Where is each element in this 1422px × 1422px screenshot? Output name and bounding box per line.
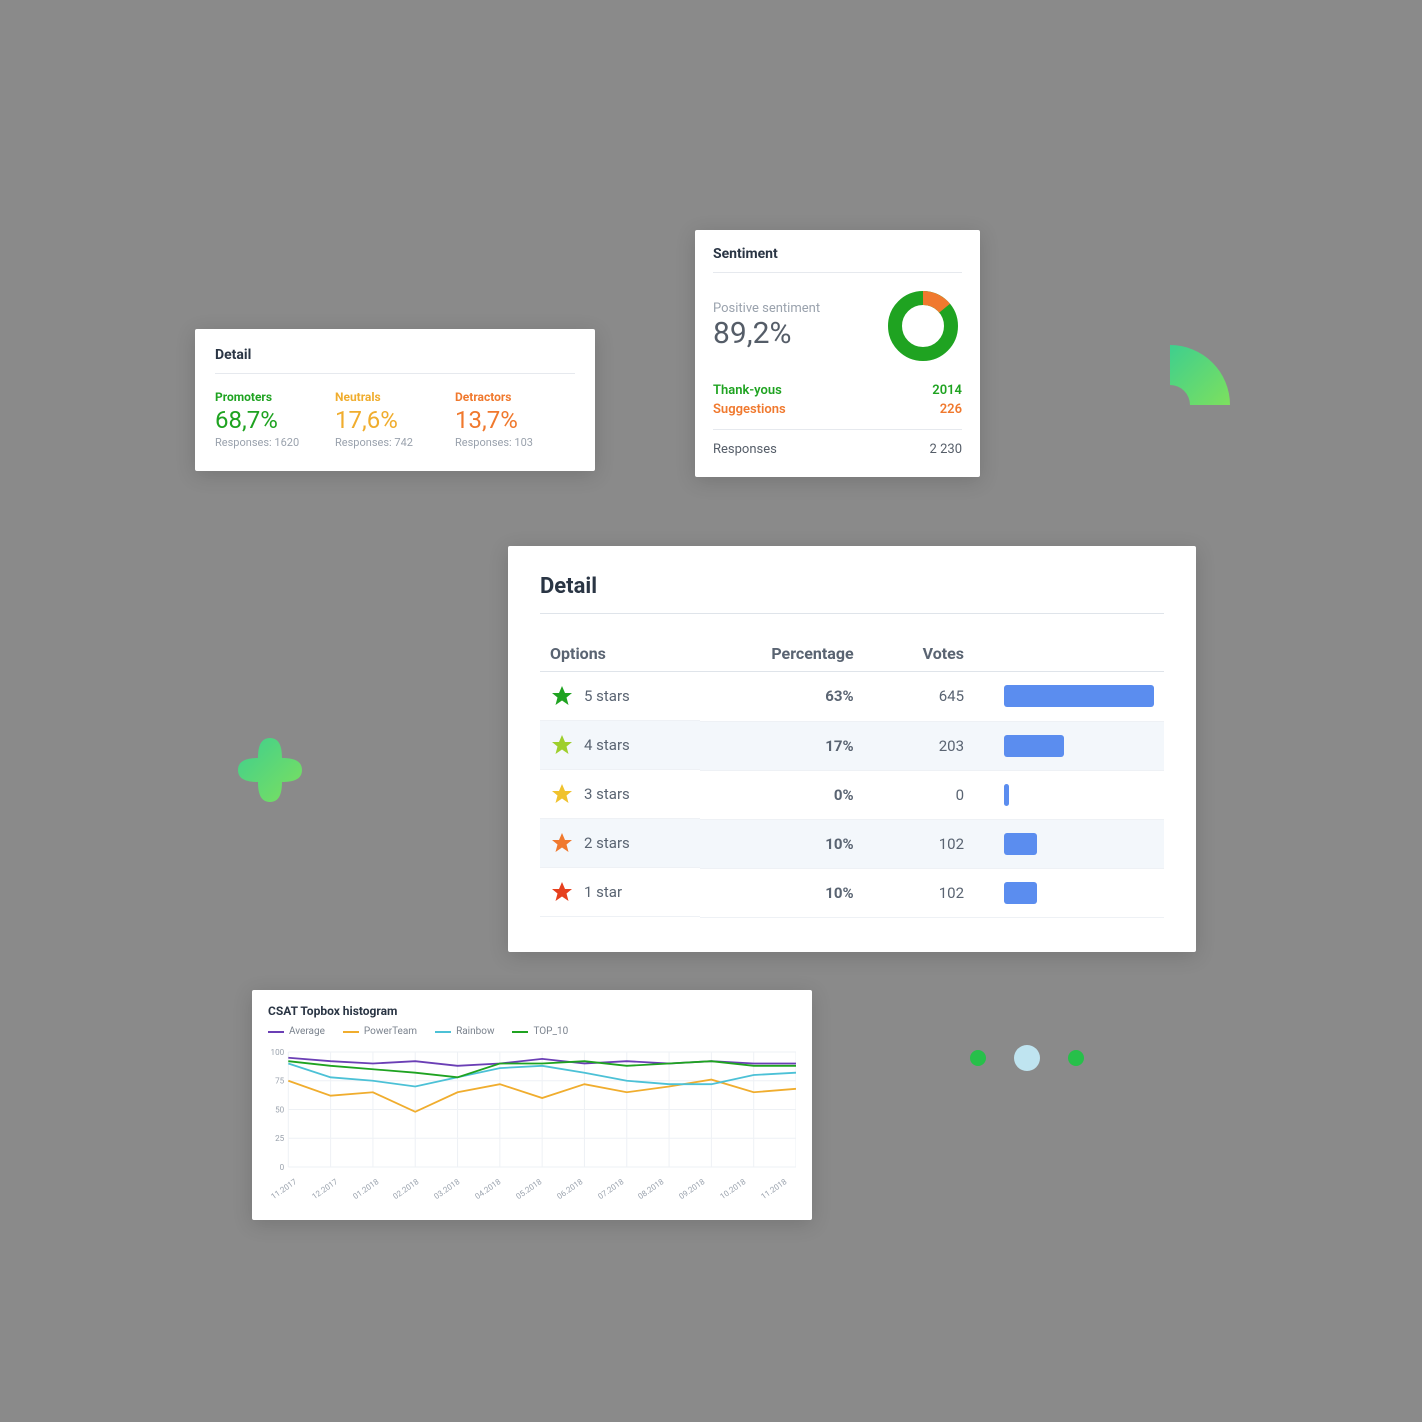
detractors-label: Detractors	[455, 390, 575, 404]
star-row-pct: 10%	[700, 819, 864, 868]
linechart-title: CSAT Topbox histogram	[268, 1004, 796, 1018]
sentiment-pct: 89,2%	[713, 316, 820, 351]
suggestions-label: Suggestions	[713, 402, 786, 417]
stars-title: Detail	[540, 574, 1164, 599]
star-row-label: 2 stars	[584, 834, 630, 852]
svg-text:100: 100	[271, 1048, 285, 1057]
options-header: Options	[540, 636, 700, 672]
svg-text:0: 0	[280, 1163, 285, 1172]
star-icon	[550, 684, 574, 708]
star-row-label: 1 star	[584, 883, 622, 901]
decorative-dots	[970, 1045, 1084, 1071]
csat-histogram-card: CSAT Topbox histogram Average PowerTeam Ra…	[252, 990, 812, 1220]
chart-legend: Average PowerTeam Rainbow TOP_10	[268, 1026, 796, 1037]
legend-item: TOP_10	[512, 1026, 568, 1037]
promoters-col: Promoters 68,7% Responses: 1620	[215, 390, 335, 449]
stars-table: Options Percentage Votes 5 stars63%6454 …	[540, 636, 1164, 918]
neutrals-resp: Responses: 742	[335, 436, 455, 449]
promoters-resp: Responses: 1620	[215, 436, 335, 449]
star-icon	[550, 782, 574, 806]
responses-value: 2 230	[930, 442, 962, 457]
star-row-votes: 645	[864, 672, 994, 722]
star-row-bar	[1004, 833, 1037, 855]
decorative-plus	[230, 730, 310, 810]
star-row-pct: 0%	[700, 770, 864, 819]
star-row-bar	[1004, 685, 1154, 707]
neutrals-col: Neutrals 17,6% Responses: 742	[335, 390, 455, 449]
legend-item: Rainbow	[435, 1026, 494, 1037]
detractors-pct: 13,7%	[455, 406, 575, 434]
nps-detail-card: Detail Promoters 68,7% Responses: 1620 N…	[195, 329, 595, 471]
promoters-pct: 68,7%	[215, 406, 335, 434]
star-row-votes: 102	[864, 868, 994, 917]
thankyous-label: Thank-yous	[713, 383, 782, 398]
sentiment-sub: Positive sentiment	[713, 301, 820, 316]
sentiment-title: Sentiment	[713, 246, 962, 262]
legend-item: PowerTeam	[343, 1026, 417, 1037]
star-row-label: 4 stars	[584, 736, 630, 754]
legend-item: Average	[268, 1026, 325, 1037]
star-row-label: 5 stars	[584, 687, 630, 705]
star-icon	[550, 880, 574, 904]
suggestions-value: 226	[940, 402, 962, 417]
table-row: 5 stars 63%645	[540, 672, 1164, 722]
star-row-label: 3 stars	[584, 785, 630, 803]
decorative-arc	[1095, 330, 1245, 480]
promoters-label: Promoters	[215, 390, 335, 404]
thankyous-value: 2014	[932, 383, 962, 398]
star-row-bar	[1004, 784, 1009, 806]
neutrals-label: Neutrals	[335, 390, 455, 404]
stars-detail-card: Detail Options Percentage Votes 5 stars 6…	[508, 546, 1196, 952]
detractors-resp: Responses: 103	[455, 436, 575, 449]
x-axis-labels: 11.201712.201701.201802.201803.201804.20…	[268, 1193, 796, 1202]
table-row: 1 star 10%102	[540, 868, 1164, 917]
star-row-votes: 203	[864, 721, 994, 770]
responses-label: Responses	[713, 442, 777, 457]
svg-text:75: 75	[275, 1077, 285, 1086]
line-chart: 0 25 50 75 100	[268, 1047, 796, 1187]
star-row-pct: 63%	[700, 672, 864, 722]
table-row: 4 stars 17%203	[540, 721, 1164, 770]
svg-text:25: 25	[275, 1134, 285, 1143]
detractors-col: Detractors 13,7% Responses: 103	[455, 390, 575, 449]
star-row-pct: 17%	[700, 721, 864, 770]
svg-text:50: 50	[275, 1106, 285, 1115]
star-icon	[550, 831, 574, 855]
sentiment-card: Sentiment Positive sentiment 89,2% Thank…	[695, 230, 980, 477]
star-row-votes: 102	[864, 819, 994, 868]
star-row-bar	[1004, 882, 1037, 904]
star-row-bar	[1004, 735, 1064, 757]
nps-title: Detail	[215, 347, 575, 363]
table-row: 2 stars 10%102	[540, 819, 1164, 868]
pct-header: Percentage	[700, 636, 864, 672]
star-row-pct: 10%	[700, 868, 864, 917]
neutrals-pct: 17,6%	[335, 406, 455, 434]
votes-header: Votes	[864, 636, 994, 672]
table-row: 3 stars 0%0	[540, 770, 1164, 819]
star-icon	[550, 733, 574, 757]
sentiment-donut-chart	[884, 287, 962, 365]
star-row-votes: 0	[864, 770, 994, 819]
